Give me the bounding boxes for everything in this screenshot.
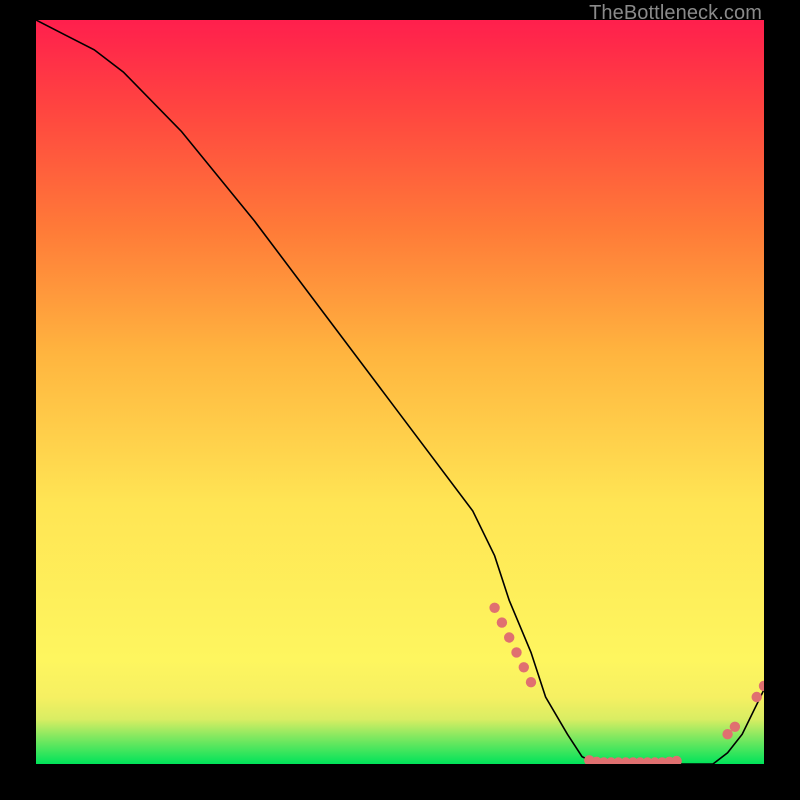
highlight-dot <box>511 647 521 657</box>
highlight-dot <box>752 692 762 702</box>
highlight-dot <box>759 681 764 691</box>
plot-area <box>36 20 764 764</box>
bottleneck-curve-svg <box>36 20 764 764</box>
highlight-dot <box>504 632 514 642</box>
highlight-dot <box>671 756 681 764</box>
highlight-dots <box>489 603 764 764</box>
highlight-dot <box>489 603 499 613</box>
highlight-dot <box>730 722 740 732</box>
highlight-dot <box>722 729 732 739</box>
highlight-dot <box>519 662 529 672</box>
chart-frame: TheBottleneck.com <box>0 0 800 800</box>
highlight-dot <box>526 677 536 687</box>
highlight-dot <box>497 617 507 627</box>
bottleneck-curve <box>36 20 764 764</box>
